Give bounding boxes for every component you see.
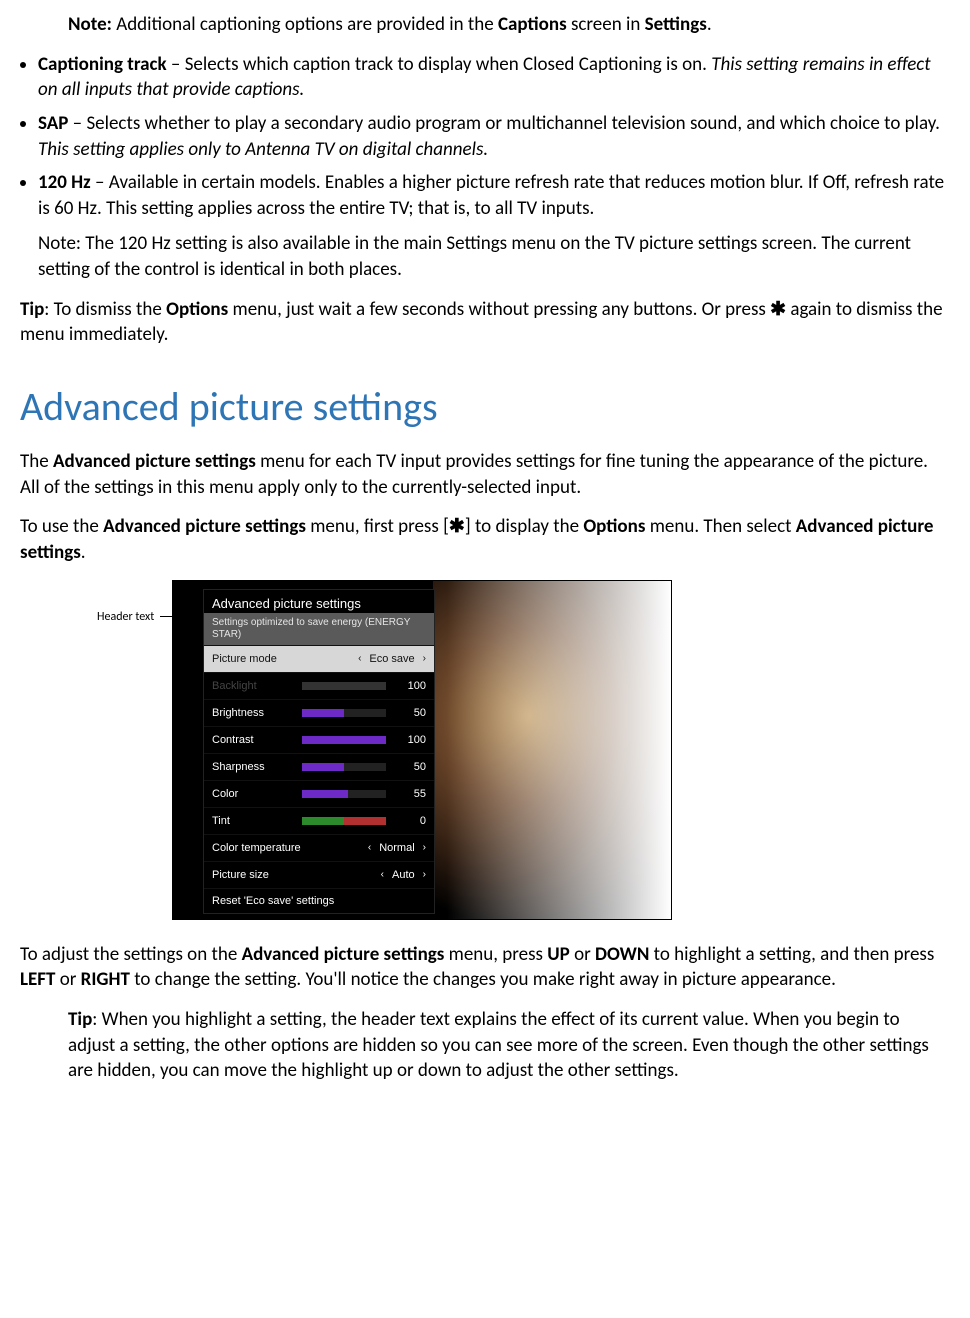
bullet-captioning-track: Captioning track – Selects which caption…	[38, 52, 950, 103]
tip-header-text: Tip: When you highlight a setting, the h…	[68, 1007, 950, 1084]
menu-subtitle: Settings optimized to save energy (ENERG…	[204, 613, 434, 645]
note-prefix: Note:	[68, 13, 112, 36]
screenshot-background	[433, 581, 671, 919]
row-color: Color 55	[204, 780, 434, 807]
row-tint: Tint 0	[204, 807, 434, 834]
row-backlight: Backlight 100	[204, 672, 434, 699]
callout-header-text: Header text	[97, 610, 154, 624]
row-reset: Reset 'Eco save' settings	[204, 888, 434, 913]
chevron-right-icon: ›	[423, 842, 426, 853]
bullet-120hz: 120 Hz – Available in certain models. En…	[38, 170, 950, 283]
star-icon: ✱	[449, 516, 465, 537]
use-paragraph: To use the Advanced picture settings men…	[20, 514, 950, 565]
menu-panel: Advanced picture settings Settings optim…	[203, 589, 435, 914]
heading-advanced-picture-settings: Advanced picture settings	[20, 382, 950, 431]
row-brightness: Brightness 50	[204, 699, 434, 726]
options-bullet-list: Captioning track – Selects which caption…	[20, 52, 950, 283]
row-sharpness: Sharpness 50	[204, 753, 434, 780]
chevron-left-icon: ‹	[381, 869, 384, 880]
chevron-right-icon: ›	[423, 653, 426, 664]
row-contrast: Contrast 100	[204, 726, 434, 753]
screenshot-advanced-picture-settings: Header text Advanced picture settings Se…	[172, 580, 672, 920]
chevron-left-icon: ‹	[368, 842, 371, 853]
adjust-paragraph: To adjust the settings on the Advanced p…	[20, 942, 950, 993]
intro-paragraph: The Advanced picture settings menu for e…	[20, 449, 950, 500]
chevron-right-icon: ›	[423, 869, 426, 880]
menu-title: Advanced picture settings	[204, 590, 434, 613]
row-picture-mode: Picture mode ‹Eco save›	[204, 645, 434, 672]
row-color-temperature: Color temperature ‹Normal›	[204, 834, 434, 861]
chevron-left-icon: ‹	[358, 653, 361, 664]
tip-dismiss-options: Tip: To dismiss the Options menu, just w…	[20, 297, 950, 348]
row-picture-size: Picture size ‹Auto›	[204, 861, 434, 888]
note-additional-captions: Note: Additional captioning options are …	[68, 12, 950, 38]
star-icon: ✱	[770, 299, 786, 320]
bullet-120hz-note: Note: The 120 Hz setting is also availab…	[38, 231, 950, 282]
bullet-sap: SAP – Selects whether to play a secondar…	[38, 111, 950, 162]
